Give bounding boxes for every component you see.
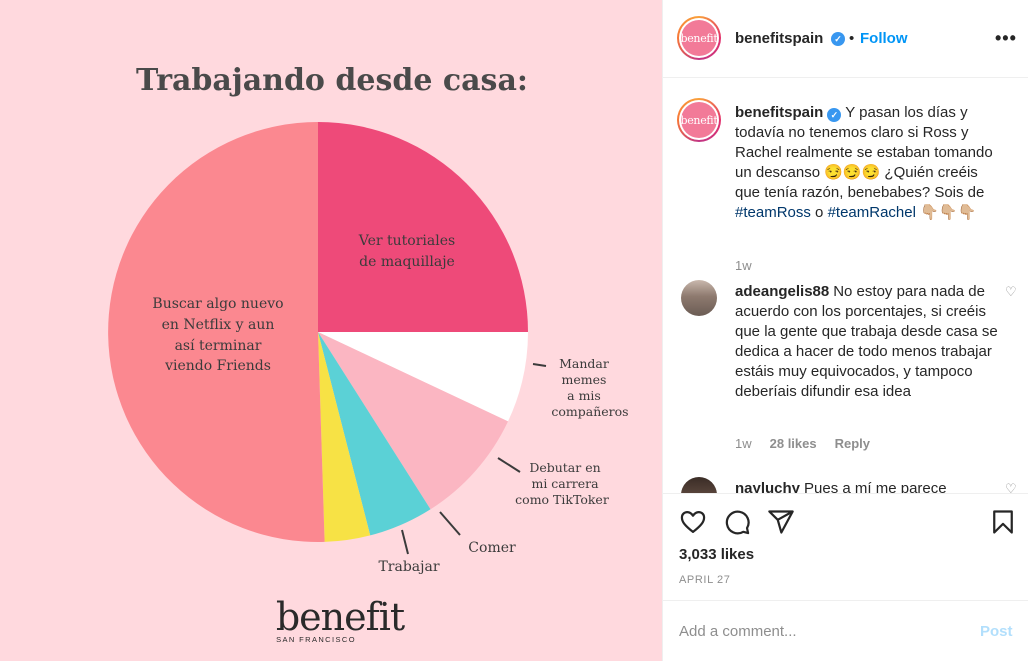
separator-dot: • [849, 30, 855, 47]
share-icon[interactable] [767, 508, 795, 536]
comment-text: adeangelis88 No estoy para nada de acuerd… [735, 282, 1005, 402]
chart-title: Trabajando desde casa: [136, 63, 528, 98]
post-comment-button[interactable]: Post [980, 623, 1013, 640]
verified-badge-icon: ✓ [831, 32, 845, 46]
comment-username[interactable]: adeangelis88 [735, 283, 829, 300]
add-comment-bar: Post [663, 600, 1028, 661]
post-sidebar: benefit benefitspain ✓ • Follow ••• bene… [662, 0, 1028, 661]
commenter-avatar[interactable] [681, 477, 717, 493]
comments-list[interactable]: benefit benefitspain ✓ Y pasan los días y… [663, 79, 1028, 493]
comment-like-icon[interactable]: ♡ [1005, 481, 1017, 493]
comment-input[interactable] [679, 619, 959, 643]
likes-count[interactable]: 3,033 likes [679, 546, 754, 563]
caption-timestamp[interactable]: 1w [735, 258, 752, 273]
post-actions: 3,033 likes APRIL 27 [663, 493, 1028, 599]
slice-label-comer: Comer [468, 540, 516, 556]
heart-icon[interactable] [679, 508, 707, 536]
comment-like-icon[interactable]: ♡ [1005, 284, 1017, 300]
follow-button[interactable]: Follow [860, 30, 908, 47]
comment-time[interactable]: 1w [735, 436, 752, 451]
brand-logo: benefit [276, 595, 405, 639]
comment-body: Pues a mí me parece [804, 480, 947, 493]
brand-logo-subtitle: SAN FRANCISCO [276, 635, 356, 644]
commenter-avatar[interactable] [681, 280, 717, 316]
slice-label-trabajar: Trabajar [378, 559, 439, 575]
comment-likes[interactable]: 28 likes [770, 436, 817, 451]
caption-emoji: 👇🏼👇🏼👇🏼 [915, 204, 977, 221]
caption-conjunction: o [810, 204, 828, 221]
comment-body: No estoy para nada de acuerdo con los po… [735, 283, 998, 400]
hashtag-team-ross[interactable]: #teamRoss [735, 204, 811, 221]
author-username[interactable]: benefitspain [735, 30, 823, 47]
post-date[interactable]: APRIL 27 [679, 574, 730, 586]
avatar-logo: benefit [680, 102, 718, 138]
author-avatar[interactable]: benefit [677, 16, 721, 60]
caption-avatar[interactable]: benefit [677, 98, 721, 142]
comment-username[interactable]: nayluchy [735, 480, 800, 493]
comment-icon[interactable] [723, 508, 751, 536]
more-options-icon[interactable]: ••• [995, 28, 1017, 49]
hashtag-team-rachel[interactable]: #teamRachel [828, 204, 916, 221]
comment-text: nayluchy Pues a mí me parece [735, 479, 1005, 493]
verified-badge-icon: ✓ [827, 108, 842, 122]
caption-text: benefitspain ✓ Y pasan los días y todavía… [735, 103, 1005, 223]
avatar-logo: benefit [680, 20, 718, 56]
work-from-home-pie-chart: Trabajando desde casa: Ver tutoriales de … [0, 0, 662, 661]
post-image: Trabajando desde casa: Ver tutoriales de … [0, 0, 662, 661]
bookmark-icon[interactable] [989, 508, 1017, 536]
post-header: benefit benefitspain ✓ • Follow ••• [663, 0, 1028, 78]
caption-username[interactable]: benefitspain [735, 104, 823, 121]
comment-meta: 1w 28 likes Reply [735, 436, 870, 451]
comment-reply-button[interactable]: Reply [835, 436, 870, 451]
